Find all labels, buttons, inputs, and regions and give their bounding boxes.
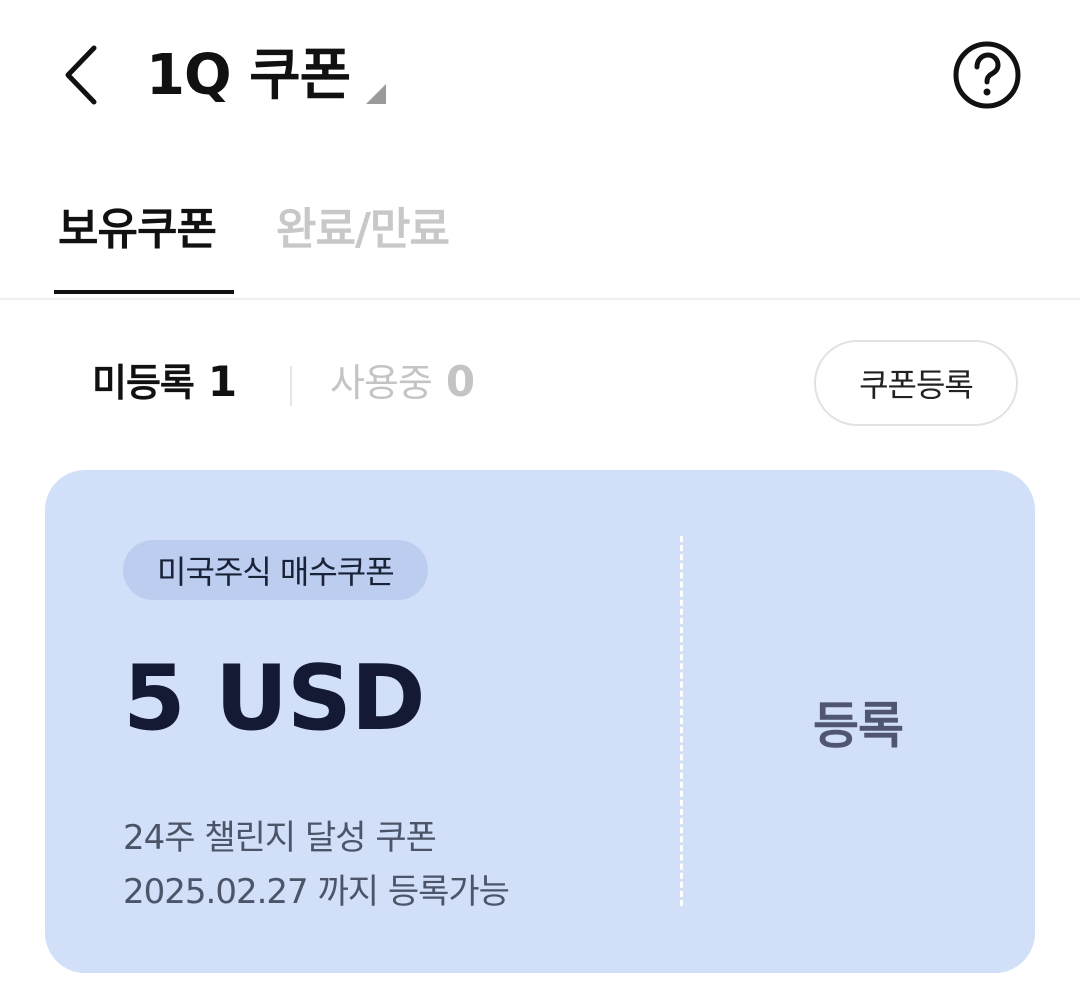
tab-completed-expired[interactable]: 완료/만료 — [276, 200, 450, 260]
status-filter: 미등록 1 사용중 0 쿠폰등록 — [0, 340, 1080, 430]
help-button[interactable] — [952, 40, 1022, 110]
filter-unregistered-label: 미등록 — [92, 361, 195, 405]
page-title[interactable]: 1Q 쿠폰 — [146, 38, 351, 114]
filter-in-use-count: 0 — [445, 357, 476, 406]
caret-down-icon[interactable] — [362, 82, 386, 106]
filter-unregistered[interactable]: 미등록 1 — [92, 356, 237, 409]
coupon-screen: 1Q 쿠폰 보유쿠폰 완료/만료 미등록 1 사용중 0 쿠폰등록 미국주식 매수쿠… — [0, 0, 1080, 1000]
tab-bar: 보유쿠폰 완료/만료 — [0, 190, 1080, 300]
chevron-left-icon — [65, 45, 97, 105]
tab-owned-coupons[interactable]: 보유쿠폰 — [58, 200, 217, 260]
coupon-type-badge: 미국주식 매수쿠폰 — [123, 540, 428, 600]
filter-divider — [290, 366, 292, 406]
coupon-amount: 5 USD — [123, 646, 426, 751]
header: 1Q 쿠폰 — [0, 0, 1080, 150]
back-button[interactable] — [56, 40, 112, 110]
filter-unregistered-count: 1 — [207, 357, 238, 406]
active-tab-indicator — [54, 290, 234, 294]
question-circle-icon — [953, 41, 1021, 109]
coupon-card[interactable]: 미국주식 매수쿠폰 5 USD 24주 챌린지 달성 쿠폰 2025.02.27… — [45, 470, 1035, 973]
coupon-register-button[interactable]: 등록 — [681, 470, 1035, 973]
coupon-expiry: 2025.02.27 까지 등록가능 — [123, 872, 510, 912]
filter-in-use[interactable]: 사용중 0 — [330, 356, 475, 409]
register-coupon-button[interactable]: 쿠폰등록 — [814, 340, 1018, 426]
coupon-description: 24주 챌린지 달성 쿠폰 — [123, 818, 437, 858]
filter-in-use-label: 사용중 — [330, 361, 433, 405]
